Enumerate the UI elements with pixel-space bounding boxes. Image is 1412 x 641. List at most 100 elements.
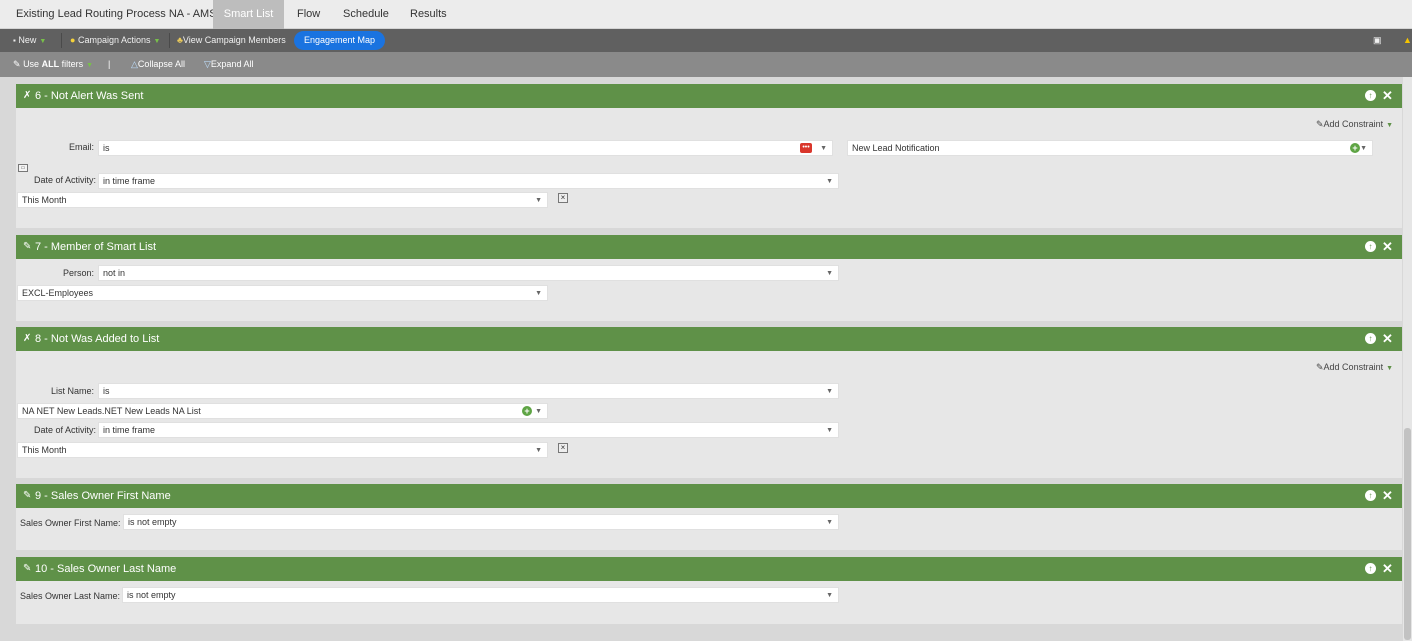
- toolbar: ▪ New ▼ ● Campaign Actions ▼ ♣View Campaig…: [0, 29, 1412, 52]
- email-value-select[interactable]: New Lead Notification + ▼: [847, 140, 1373, 156]
- chevron-down-icon: ▼: [535, 447, 542, 454]
- engagement-map-button[interactable]: Engagement Map: [294, 31, 386, 50]
- move-up-icon[interactable]: ↑: [1365, 333, 1376, 344]
- close-icon[interactable]: ✕: [1382, 557, 1393, 581]
- date-operator-value: in time frame: [103, 425, 156, 435]
- filter-header[interactable]: ✎ 9 - Sales Owner First Name ↑ ✕: [16, 484, 1402, 508]
- add-icon[interactable]: +: [522, 406, 532, 416]
- list-name-operator-select[interactable]: is ▼: [98, 383, 839, 399]
- close-icon[interactable]: ✕: [1382, 84, 1393, 108]
- close-icon[interactable]: ✕: [1382, 327, 1393, 351]
- person-operator-value: not in: [103, 268, 126, 278]
- sales-owner-last-name-operator-select[interactable]: is not empty ▼: [122, 587, 839, 603]
- tab-flow[interactable]: Flow: [297, 0, 320, 29]
- email-operator-select[interactable]: is ••• ▼: [98, 140, 833, 156]
- filter-header[interactable]: ✗ 6 - Not Alert Was Sent ↑ ✕: [16, 84, 1402, 108]
- filter-title: 7 - Member of Smart List: [35, 241, 157, 253]
- remove-constraint-icon[interactable]: ×: [558, 443, 568, 453]
- filter-title: 9 - Sales Owner First Name: [35, 490, 171, 502]
- sales-owner-first-name-operator-select[interactable]: is not empty ▼: [123, 514, 839, 530]
- chevron-down-icon: ▼: [1386, 122, 1394, 129]
- move-up-icon[interactable]: ↑: [1365, 563, 1376, 574]
- toolbar-separator: [169, 33, 170, 48]
- use-filters-dropdown[interactable]: ✎ Use ALL filters ▼: [13, 52, 93, 77]
- tab-schedule[interactable]: Schedule: [343, 0, 389, 29]
- person-operator-select[interactable]: not in ▼: [98, 265, 839, 281]
- chevron-down-icon: ▼: [39, 38, 47, 45]
- use-filters-suffix: filters: [61, 59, 84, 69]
- person-value-select[interactable]: EXCL-Employees ▼: [17, 285, 548, 301]
- add-constraint-button[interactable]: ✎Add Constraint ▼: [1316, 119, 1393, 130]
- date-of-activity-value-select[interactable]: This Month ▼: [17, 442, 548, 458]
- date-of-activity-operator-select[interactable]: in time frame ▼: [98, 422, 839, 438]
- expand-all-label: Expand All: [210, 59, 254, 69]
- move-up-icon[interactable]: ↑: [1365, 490, 1376, 501]
- tab-smart-list[interactable]: Smart List: [213, 0, 284, 29]
- email-value: New Lead Notification: [852, 143, 940, 153]
- chevron-down-icon: ▼: [535, 408, 542, 415]
- chevron-down-icon: ▼: [820, 145, 827, 152]
- vertical-scrollbar[interactable]: [1403, 77, 1412, 641]
- chevron-down-icon: ▼: [153, 38, 161, 45]
- move-up-icon[interactable]: ↑: [1365, 241, 1376, 252]
- move-up-icon[interactable]: ↑: [1365, 90, 1376, 101]
- filter-block-6: ✗ 6 - Not Alert Was Sent ↑ ✕ ✎Add Constr…: [16, 84, 1402, 228]
- more-options-icon[interactable]: •••: [800, 143, 812, 153]
- list-name-label: List Name:: [50, 386, 94, 396]
- add-constraint-button[interactable]: ✎Add Constraint ▼: [1316, 362, 1393, 373]
- filter-title: 10 - Sales Owner Last Name: [35, 563, 177, 575]
- list-value: NA NET New Leads.NET New Leads NA List: [22, 406, 201, 416]
- tab-program-name[interactable]: Existing Lead Routing Process NA - AMS: [16, 0, 217, 29]
- new-doc-icon: ▪: [13, 36, 16, 45]
- list-operator-value: is: [103, 386, 110, 396]
- toolbar-separator: [61, 33, 62, 48]
- campaign-actions-button[interactable]: ● Campaign Actions ▼: [70, 29, 160, 52]
- filter-edit-icon: ✎: [23, 490, 32, 501]
- chevron-down-icon: ▼: [535, 197, 542, 204]
- campaign-actions-label: Campaign Actions: [77, 35, 151, 45]
- collapse-all-button[interactable]: △Collapse All: [131, 52, 185, 77]
- remove-constraint-icon[interactable]: ×: [558, 193, 568, 203]
- filter-header[interactable]: ✎ 10 - Sales Owner Last Name ↑ ✕: [16, 557, 1402, 581]
- filter-block-9: ✎ 9 - Sales Owner First Name ↑ ✕ Sales O…: [16, 484, 1402, 550]
- filter-title: 6 - Not Alert Was Sent: [35, 90, 144, 102]
- filter-header[interactable]: ✎ 7 - Member of Smart List ↑ ✕: [16, 235, 1402, 259]
- constraint-icon: ✎: [1316, 362, 1324, 372]
- filter-edit-icon: ✎: [23, 563, 32, 574]
- date-of-activity-value-select[interactable]: This Month ▼: [17, 192, 548, 208]
- sales-owner-first-name-label: Sales Owner First Name:: [20, 518, 121, 528]
- new-button[interactable]: ▪ New ▼: [13, 29, 46, 52]
- view-members-label: View Campaign Members: [182, 35, 286, 45]
- close-icon[interactable]: ✕: [1382, 484, 1393, 508]
- filter-title: 8 - Not Was Added to List: [35, 333, 160, 345]
- chevron-down-icon: ▼: [826, 270, 833, 277]
- scrollbar-thumb[interactable]: [1404, 428, 1411, 640]
- first-name-operator-value: is not empty: [128, 517, 177, 527]
- date-of-activity-operator-select[interactable]: in time frame ▼: [98, 173, 839, 189]
- filterbar-separator: |: [108, 59, 111, 69]
- email-label: Email:: [68, 142, 94, 152]
- chevron-down-icon: ▼: [826, 178, 833, 185]
- chevron-down-icon: ▼: [826, 519, 833, 526]
- warning-icon[interactable]: ▲: [1403, 29, 1412, 52]
- add-icon[interactable]: +: [1350, 143, 1360, 153]
- date-value: This Month: [22, 445, 67, 455]
- add-constraint-label: Add Constraint: [1323, 362, 1384, 372]
- close-icon[interactable]: ✕: [1382, 235, 1393, 259]
- use-filters-prefix: Use: [23, 59, 40, 69]
- filter-icon: ✎: [13, 59, 21, 69]
- list-name-value-select[interactable]: NA NET New Leads.NET New Leads NA List +…: [17, 403, 548, 419]
- chevron-down-icon: ▼: [1360, 145, 1367, 152]
- tab-results[interactable]: Results: [410, 0, 447, 29]
- calendar-icon[interactable]: ▭: [18, 164, 28, 172]
- view-campaign-members-button[interactable]: ♣View Campaign Members: [177, 29, 286, 52]
- window-icon[interactable]: ▣: [1373, 29, 1382, 52]
- sales-owner-last-name-label: Sales Owner Last Name:: [20, 591, 121, 601]
- filter-edit-icon: ✗: [23, 333, 32, 344]
- date-value: This Month: [22, 195, 67, 205]
- filter-edit-icon: ✗: [23, 90, 32, 101]
- chevron-down-icon: ▼: [826, 427, 833, 434]
- filter-header[interactable]: ✗ 8 - Not Was Added to List ↑ ✕: [16, 327, 1402, 351]
- date-of-activity-label: Date of Activity:: [33, 425, 96, 435]
- expand-all-button[interactable]: ▽Expand All: [204, 52, 253, 77]
